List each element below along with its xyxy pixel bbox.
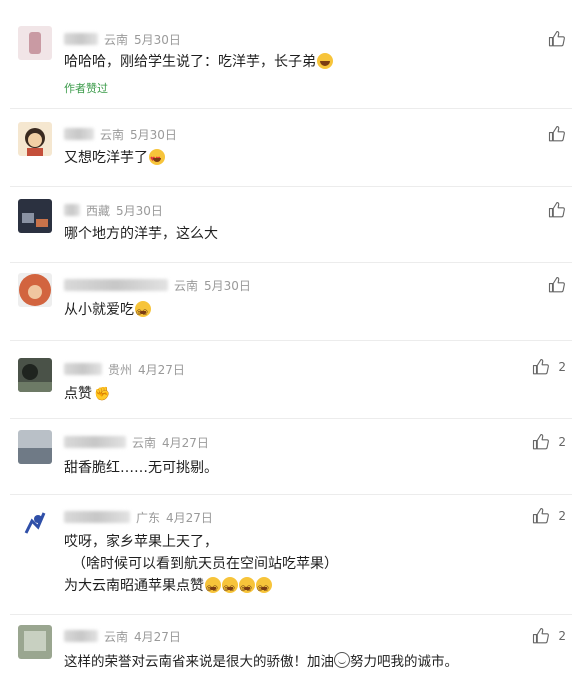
avatar[interactable] xyxy=(18,122,52,156)
comment-meta: 贵州 4月27日 xyxy=(64,360,185,378)
comment-text: 这样的荣誉对云南省来说是很大的骄傲！加油 努力吧我的诚市。 xyxy=(64,652,458,670)
thumbs-up-icon xyxy=(533,433,550,450)
dizzy-emoji-icon xyxy=(222,577,238,599)
date: 5月30日 xyxy=(204,278,251,293)
comment-text: 点赞 ✊ xyxy=(64,386,111,402)
like-button[interactable]: 2 xyxy=(532,433,566,451)
like-count: 2 xyxy=(558,435,566,449)
divider xyxy=(10,340,572,341)
avatar-image xyxy=(18,505,52,539)
comment-meta: 广东 4月27日 xyxy=(64,508,213,526)
date: 4月27日 xyxy=(138,362,185,377)
fist-emoji-icon: ✊ xyxy=(94,387,111,402)
divider xyxy=(10,108,572,109)
like-count: 2 xyxy=(558,509,566,523)
thumbs-up-icon xyxy=(533,627,550,644)
like-button[interactable]: 2 xyxy=(532,627,566,645)
region: 云南 xyxy=(104,629,129,644)
author-liked-label: 作者赞过 xyxy=(64,82,108,95)
comment-text: 哪个地方的洋芋，这么大 xyxy=(64,226,218,242)
comment-text: 甜香脆红……无可挑剔。 xyxy=(64,460,218,476)
avatar[interactable] xyxy=(18,273,52,307)
user-name[interactable] xyxy=(64,363,102,375)
thumbs-up-icon xyxy=(533,358,550,375)
date: 4月27日 xyxy=(134,629,181,644)
comment-text-line-3: 为大云南昭通苹果点赞 xyxy=(64,576,272,599)
like-button[interactable] xyxy=(548,125,566,143)
like-button[interactable] xyxy=(548,30,566,48)
avatar[interactable] xyxy=(18,26,52,60)
comment-meta: 云南 5月30日 xyxy=(64,276,251,294)
like-count: 2 xyxy=(558,629,566,643)
like-button[interactable]: 2 xyxy=(532,507,566,525)
date: 4月27日 xyxy=(162,435,209,450)
avatar-image xyxy=(18,625,52,659)
comment-meta: 云南 4月27日 xyxy=(64,627,181,645)
region: 云南 xyxy=(174,278,199,293)
region: 云南 xyxy=(132,435,157,450)
thumbs-up-icon xyxy=(548,276,565,293)
thumbs-up-icon xyxy=(548,125,565,142)
like-button[interactable] xyxy=(548,201,566,219)
user-name[interactable] xyxy=(64,279,168,291)
date: 5月30日 xyxy=(130,127,177,142)
date: 5月30日 xyxy=(134,32,181,47)
date: 4月27日 xyxy=(166,510,213,525)
divider xyxy=(10,614,572,615)
dizzy-emoji-icon xyxy=(256,577,272,599)
divider xyxy=(10,494,572,495)
avatar[interactable] xyxy=(18,505,52,539)
user-name[interactable] xyxy=(64,204,80,216)
thumbs-up-icon xyxy=(533,507,550,524)
user-name[interactable] xyxy=(64,128,94,140)
dizzy-emoji-icon xyxy=(205,577,221,599)
avatar-image xyxy=(18,26,52,60)
region: 广东 xyxy=(136,510,161,525)
divider xyxy=(10,186,572,187)
comment-meta: 云南 5月30日 xyxy=(64,30,181,48)
user-name[interactable] xyxy=(64,630,98,642)
dizzy-emoji-icon xyxy=(239,577,255,599)
avatar-image xyxy=(18,430,52,464)
avatar-image xyxy=(18,199,52,233)
thumbs-up-icon xyxy=(548,201,565,218)
thumbs-up-icon xyxy=(548,30,565,47)
user-name[interactable] xyxy=(64,33,98,45)
region: 云南 xyxy=(104,32,129,47)
like-button[interactable] xyxy=(548,276,566,294)
comment-text: 哈哈哈，刚给学生说了：吃洋芋，长子弟 xyxy=(64,52,333,72)
avatar[interactable] xyxy=(18,430,52,464)
comment-text-line-2: （啥时候可以看到航天员在空间站吃苹果） xyxy=(72,556,338,572)
region: 云南 xyxy=(100,127,125,142)
comment-text: 又想吃洋芋了 xyxy=(64,148,165,170)
divider xyxy=(10,262,572,263)
avatar[interactable] xyxy=(18,358,52,392)
divider xyxy=(10,418,572,419)
date: 5月30日 xyxy=(116,203,163,218)
heart-eyes-emoji-icon xyxy=(149,149,165,170)
comment-text-line-1: 哎呀，家乡苹果上天了， xyxy=(64,534,218,550)
smile-emoji-icon xyxy=(334,652,350,668)
avatar[interactable] xyxy=(18,625,52,659)
like-count: 2 xyxy=(558,360,566,374)
user-name[interactable] xyxy=(64,511,130,523)
region: 西藏 xyxy=(86,203,111,218)
user-name[interactable] xyxy=(64,436,126,448)
comment-meta: 云南 5月30日 xyxy=(64,125,177,143)
like-button[interactable]: 2 xyxy=(532,358,566,376)
avatar-image xyxy=(18,358,52,392)
comment-meta: 云南 4月27日 xyxy=(64,433,209,451)
avatar[interactable] xyxy=(18,199,52,233)
comment-text: 从小就爱吃 xyxy=(64,300,151,323)
avatar-image xyxy=(18,273,52,307)
avatar-image xyxy=(18,122,52,156)
comment-meta: 西藏 5月30日 xyxy=(64,201,163,219)
dizzy-emoji-icon xyxy=(135,301,151,323)
region: 贵州 xyxy=(108,362,133,377)
laugh-emoji-icon xyxy=(317,53,333,69)
